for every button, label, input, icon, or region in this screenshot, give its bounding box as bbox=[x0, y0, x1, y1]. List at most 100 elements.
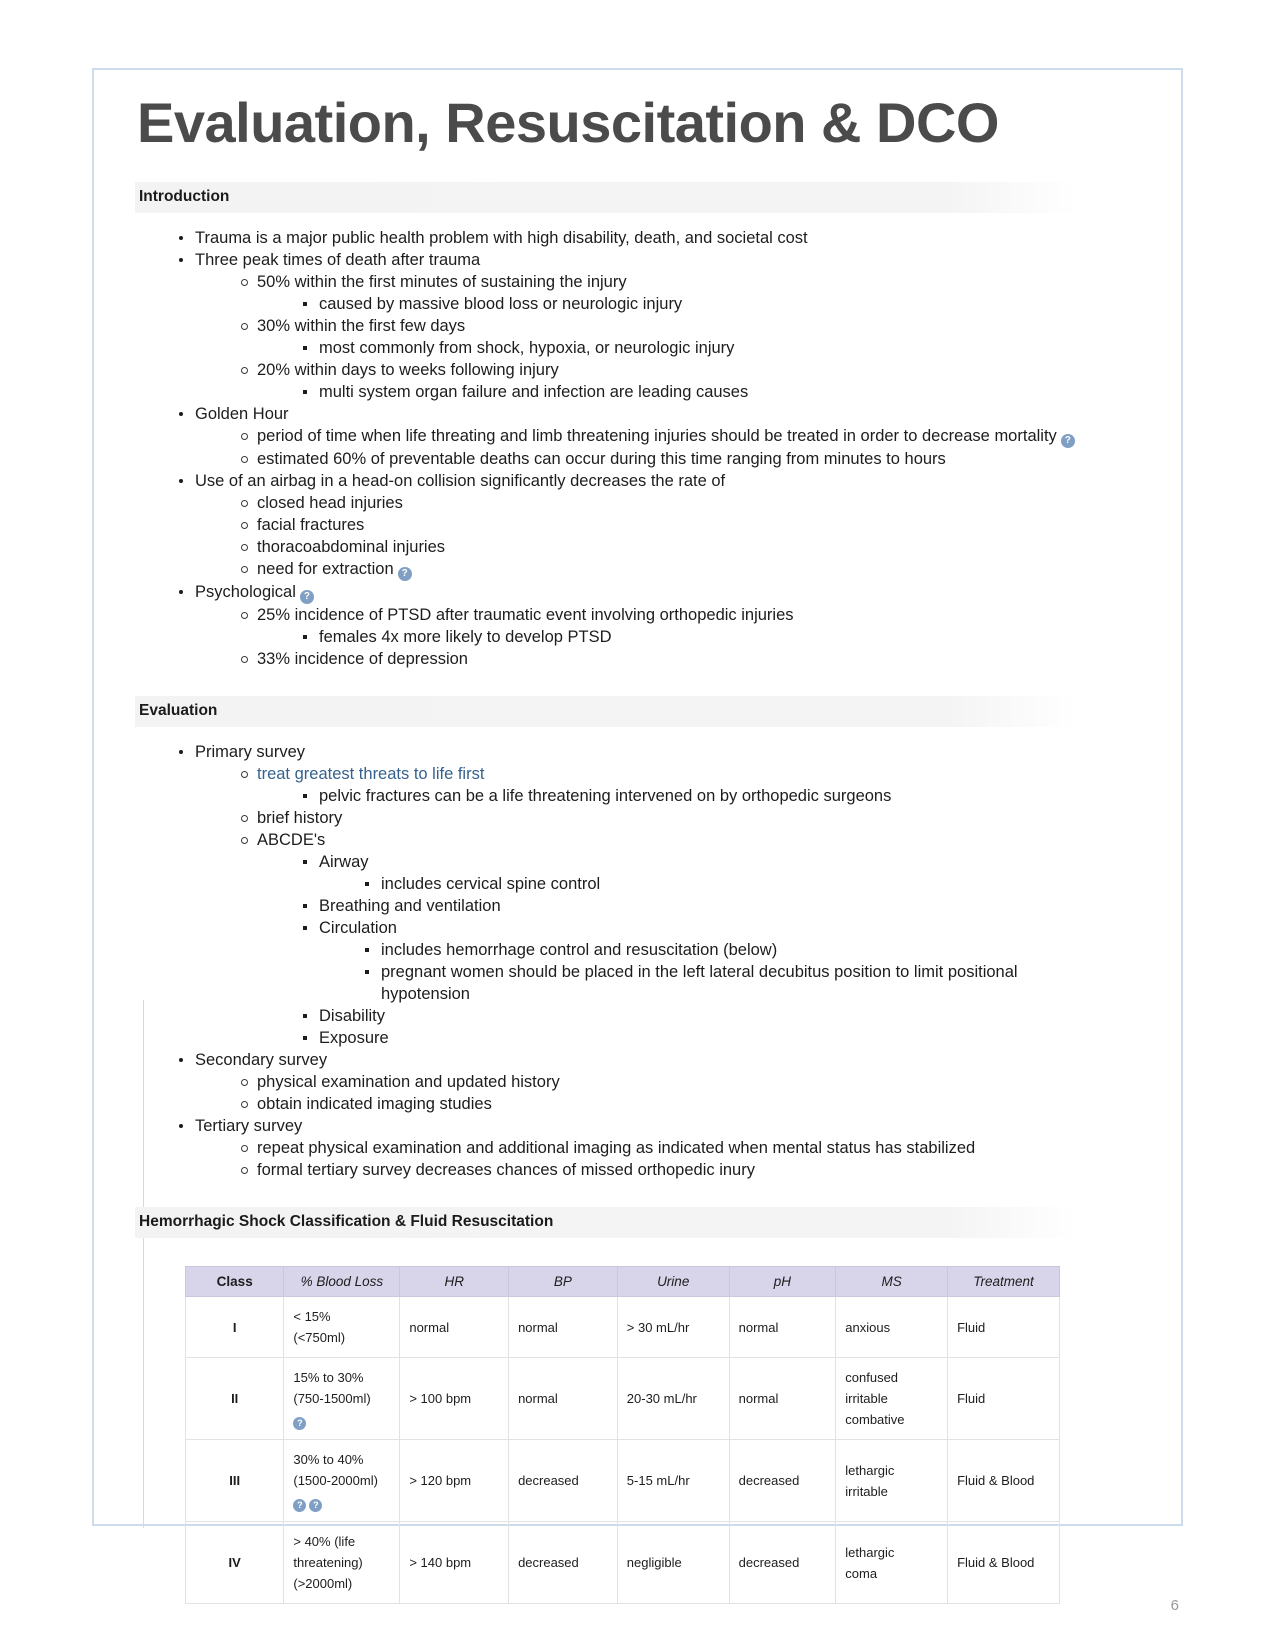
bullet-text: Exposure bbox=[319, 1029, 389, 1048]
nested-list-level-3: females 4x more likely to develop PTSD bbox=[257, 626, 1080, 648]
bullet-text: facial fractures bbox=[257, 516, 365, 535]
bullet-item: repeat physical examination and addition… bbox=[239, 1137, 1080, 1159]
table-column-header: % Blood Loss bbox=[283, 1266, 401, 1298]
bullet-text: thoracoabdominal injuries bbox=[257, 538, 446, 557]
cell-urine: > 30 mL/hr bbox=[616, 1296, 730, 1359]
help-icon-group: ?? bbox=[293, 1491, 390, 1513]
list-evaluation: Primary survey treat greatest threats to … bbox=[135, 741, 1080, 1181]
table-column-header: Treatment bbox=[947, 1266, 1060, 1298]
bullet-text: formal tertiary survey decreases chances… bbox=[257, 1161, 755, 1180]
bullet-text: Psychological bbox=[195, 583, 296, 602]
bullet-item: formal tertiary survey decreases chances… bbox=[239, 1159, 1080, 1181]
mental-status-line: coma bbox=[845, 1565, 878, 1581]
cell-class: III bbox=[184, 1439, 285, 1523]
cell-ph: normal bbox=[728, 1296, 837, 1359]
bullet-text: caused by massive blood loss or neurolog… bbox=[319, 295, 683, 314]
help-icon[interactable]: ? bbox=[299, 590, 314, 605]
bullet-item: estimated 60% of preventable deaths can … bbox=[239, 448, 1080, 470]
page-number: 6 bbox=[1170, 1597, 1179, 1614]
blood-loss-line: 30% to 40% bbox=[293, 1452, 364, 1468]
cell-class: I bbox=[184, 1296, 285, 1359]
bullet-text: Airway bbox=[319, 853, 369, 872]
help-icon[interactable]: ? bbox=[397, 567, 412, 582]
table-column-header: pH bbox=[728, 1266, 837, 1298]
nested-list-level-2: treat greatest threats to life first pelv… bbox=[195, 763, 1080, 1049]
table-row: I < 15% (<750ml) normal normal > 30 mL/hr norm… bbox=[184, 1296, 1060, 1359]
help-icon[interactable]: ? bbox=[293, 1417, 307, 1431]
bullet-item: ABCDE's Airway includes cervical spine con… bbox=[239, 829, 1080, 1049]
cell-ph: normal bbox=[728, 1357, 837, 1441]
bullet-item: 30% within the first few days most common… bbox=[239, 315, 1080, 359]
cell-hr: > 100 bpm bbox=[399, 1357, 510, 1441]
cell-blood-loss: 15% to 30% (750-1500ml)? bbox=[283, 1357, 401, 1441]
table-column-header: BP bbox=[508, 1266, 618, 1298]
nested-list-level-4: includes cervical spine control bbox=[319, 873, 1080, 895]
bullet-text: Secondary survey bbox=[195, 1051, 328, 1070]
cell-mental-status: lethargic irritable bbox=[835, 1439, 949, 1523]
bullet-text: obtain indicated imaging studies bbox=[257, 1095, 492, 1114]
nested-list-level-3: pelvic fractures can be a life threateni… bbox=[257, 785, 1080, 807]
table-column-header: MS bbox=[835, 1266, 949, 1298]
bullet-item: Use of an airbag in a head-on collision … bbox=[177, 470, 1080, 582]
table-column-header: Urine bbox=[616, 1266, 730, 1298]
mental-status-line: irritable bbox=[845, 1483, 888, 1499]
nested-list-level-3: most commonly from shock, hypoxia, or ne… bbox=[257, 337, 1080, 359]
bullet-text: ABCDE's bbox=[257, 831, 326, 850]
bullet-item: 33% incidence of depression bbox=[239, 648, 1080, 670]
page-content: Evaluation, Resuscitation & DCO Introduc… bbox=[135, 90, 1080, 1605]
nested-list-level-2: 50% within the first minutes of sustaini… bbox=[195, 271, 1080, 403]
bullet-item: 20% within days to weeks following injur… bbox=[239, 359, 1080, 403]
cell-ph: decreased bbox=[728, 1439, 837, 1523]
cell-class: II bbox=[184, 1357, 285, 1441]
bullet-item: Airway includes cervical spine control bbox=[301, 851, 1080, 895]
bullet-item: includes cervical spine control bbox=[363, 873, 1080, 895]
bullet-item: Psychological? 25% incidence of PTSD afte… bbox=[177, 581, 1080, 670]
page-title: Evaluation, Resuscitation & DCO bbox=[137, 91, 1000, 154]
bullet-item: Circulation includes hemorrhage control a… bbox=[301, 917, 1080, 1005]
cell-hr: > 120 bpm bbox=[399, 1439, 510, 1523]
bullet-text: most commonly from shock, hypoxia, or ne… bbox=[319, 339, 735, 358]
bullet-text: Circulation bbox=[319, 919, 397, 938]
help-icon[interactable]: ? bbox=[309, 1499, 323, 1513]
nested-list-level-3: caused by massive blood loss or neurolog… bbox=[257, 293, 1080, 315]
help-icon[interactable]: ? bbox=[293, 1499, 307, 1513]
mental-status-line: anxious bbox=[845, 1319, 891, 1335]
cell-hr: normal bbox=[399, 1296, 510, 1359]
bullet-text: Breathing and ventilation bbox=[319, 897, 501, 916]
page-root: Evaluation, Resuscitation & DCO Introduc… bbox=[0, 0, 1275, 1650]
nested-list-level-2: repeat physical examination and addition… bbox=[195, 1137, 1080, 1181]
table-row: II 15% to 30% (750-1500ml)? > 100 bpm normal… bbox=[184, 1357, 1060, 1441]
bullet-text: brief history bbox=[257, 809, 343, 828]
hemorrhagic-shock-table: Class% Blood Loss HR BP Urine pH MS Treatment … bbox=[184, 1266, 1060, 1605]
bullet-text: Golden Hour bbox=[195, 405, 289, 424]
cell-mental-status: lethargic coma bbox=[835, 1521, 949, 1605]
cell-urine: 20-30 mL/hr bbox=[616, 1357, 730, 1441]
mental-status-line: lethargic bbox=[845, 1462, 895, 1478]
bullet-text: 25% incidence of PTSD after traumatic ev… bbox=[257, 606, 794, 625]
table-head: Class% Blood Loss HR BP Urine pH MS Treatment bbox=[184, 1266, 1060, 1298]
bullet-item: includes hemorrhage control and resuscit… bbox=[363, 939, 1080, 961]
cell-ph: decreased bbox=[728, 1521, 837, 1605]
bullet-text: Trauma is a major public health problem … bbox=[195, 229, 808, 248]
bullet-item: Disability bbox=[301, 1005, 1080, 1027]
cell-bp: normal bbox=[508, 1357, 618, 1441]
bullet-text: pregnant women should be placed in the l… bbox=[381, 963, 1018, 1004]
table-row: III 30% to 40% (1500-2000ml)?? > 120 bpm dec… bbox=[184, 1439, 1060, 1523]
bullet-item: most commonly from shock, hypoxia, or ne… bbox=[301, 337, 1080, 359]
blood-loss-line: < 15% bbox=[293, 1309, 331, 1325]
blood-loss-line: (750-1500ml) bbox=[293, 1391, 371, 1407]
bullet-link[interactable]: treat greatest threats to life first bbox=[257, 765, 484, 783]
bullet-item: 25% incidence of PTSD after traumatic ev… bbox=[239, 604, 1080, 648]
cell-bp: normal bbox=[508, 1296, 618, 1359]
mental-status-line: lethargic bbox=[845, 1544, 895, 1560]
bullet-text: Disability bbox=[319, 1007, 386, 1026]
bullet-item: females 4x more likely to develop PTSD bbox=[301, 626, 1080, 648]
bullet-text: repeat physical examination and addition… bbox=[257, 1139, 976, 1158]
bullet-text: need for extraction bbox=[257, 560, 394, 579]
bullet-text: 30% within the first few days bbox=[257, 317, 466, 336]
bullet-item: 50% within the first minutes of sustaini… bbox=[239, 271, 1080, 315]
cell-blood-loss: < 15% (<750ml) bbox=[283, 1296, 401, 1359]
help-icon[interactable]: ? bbox=[1060, 434, 1075, 449]
bullet-text: Tertiary survey bbox=[195, 1117, 303, 1136]
cell-urine: negligible bbox=[616, 1521, 730, 1605]
